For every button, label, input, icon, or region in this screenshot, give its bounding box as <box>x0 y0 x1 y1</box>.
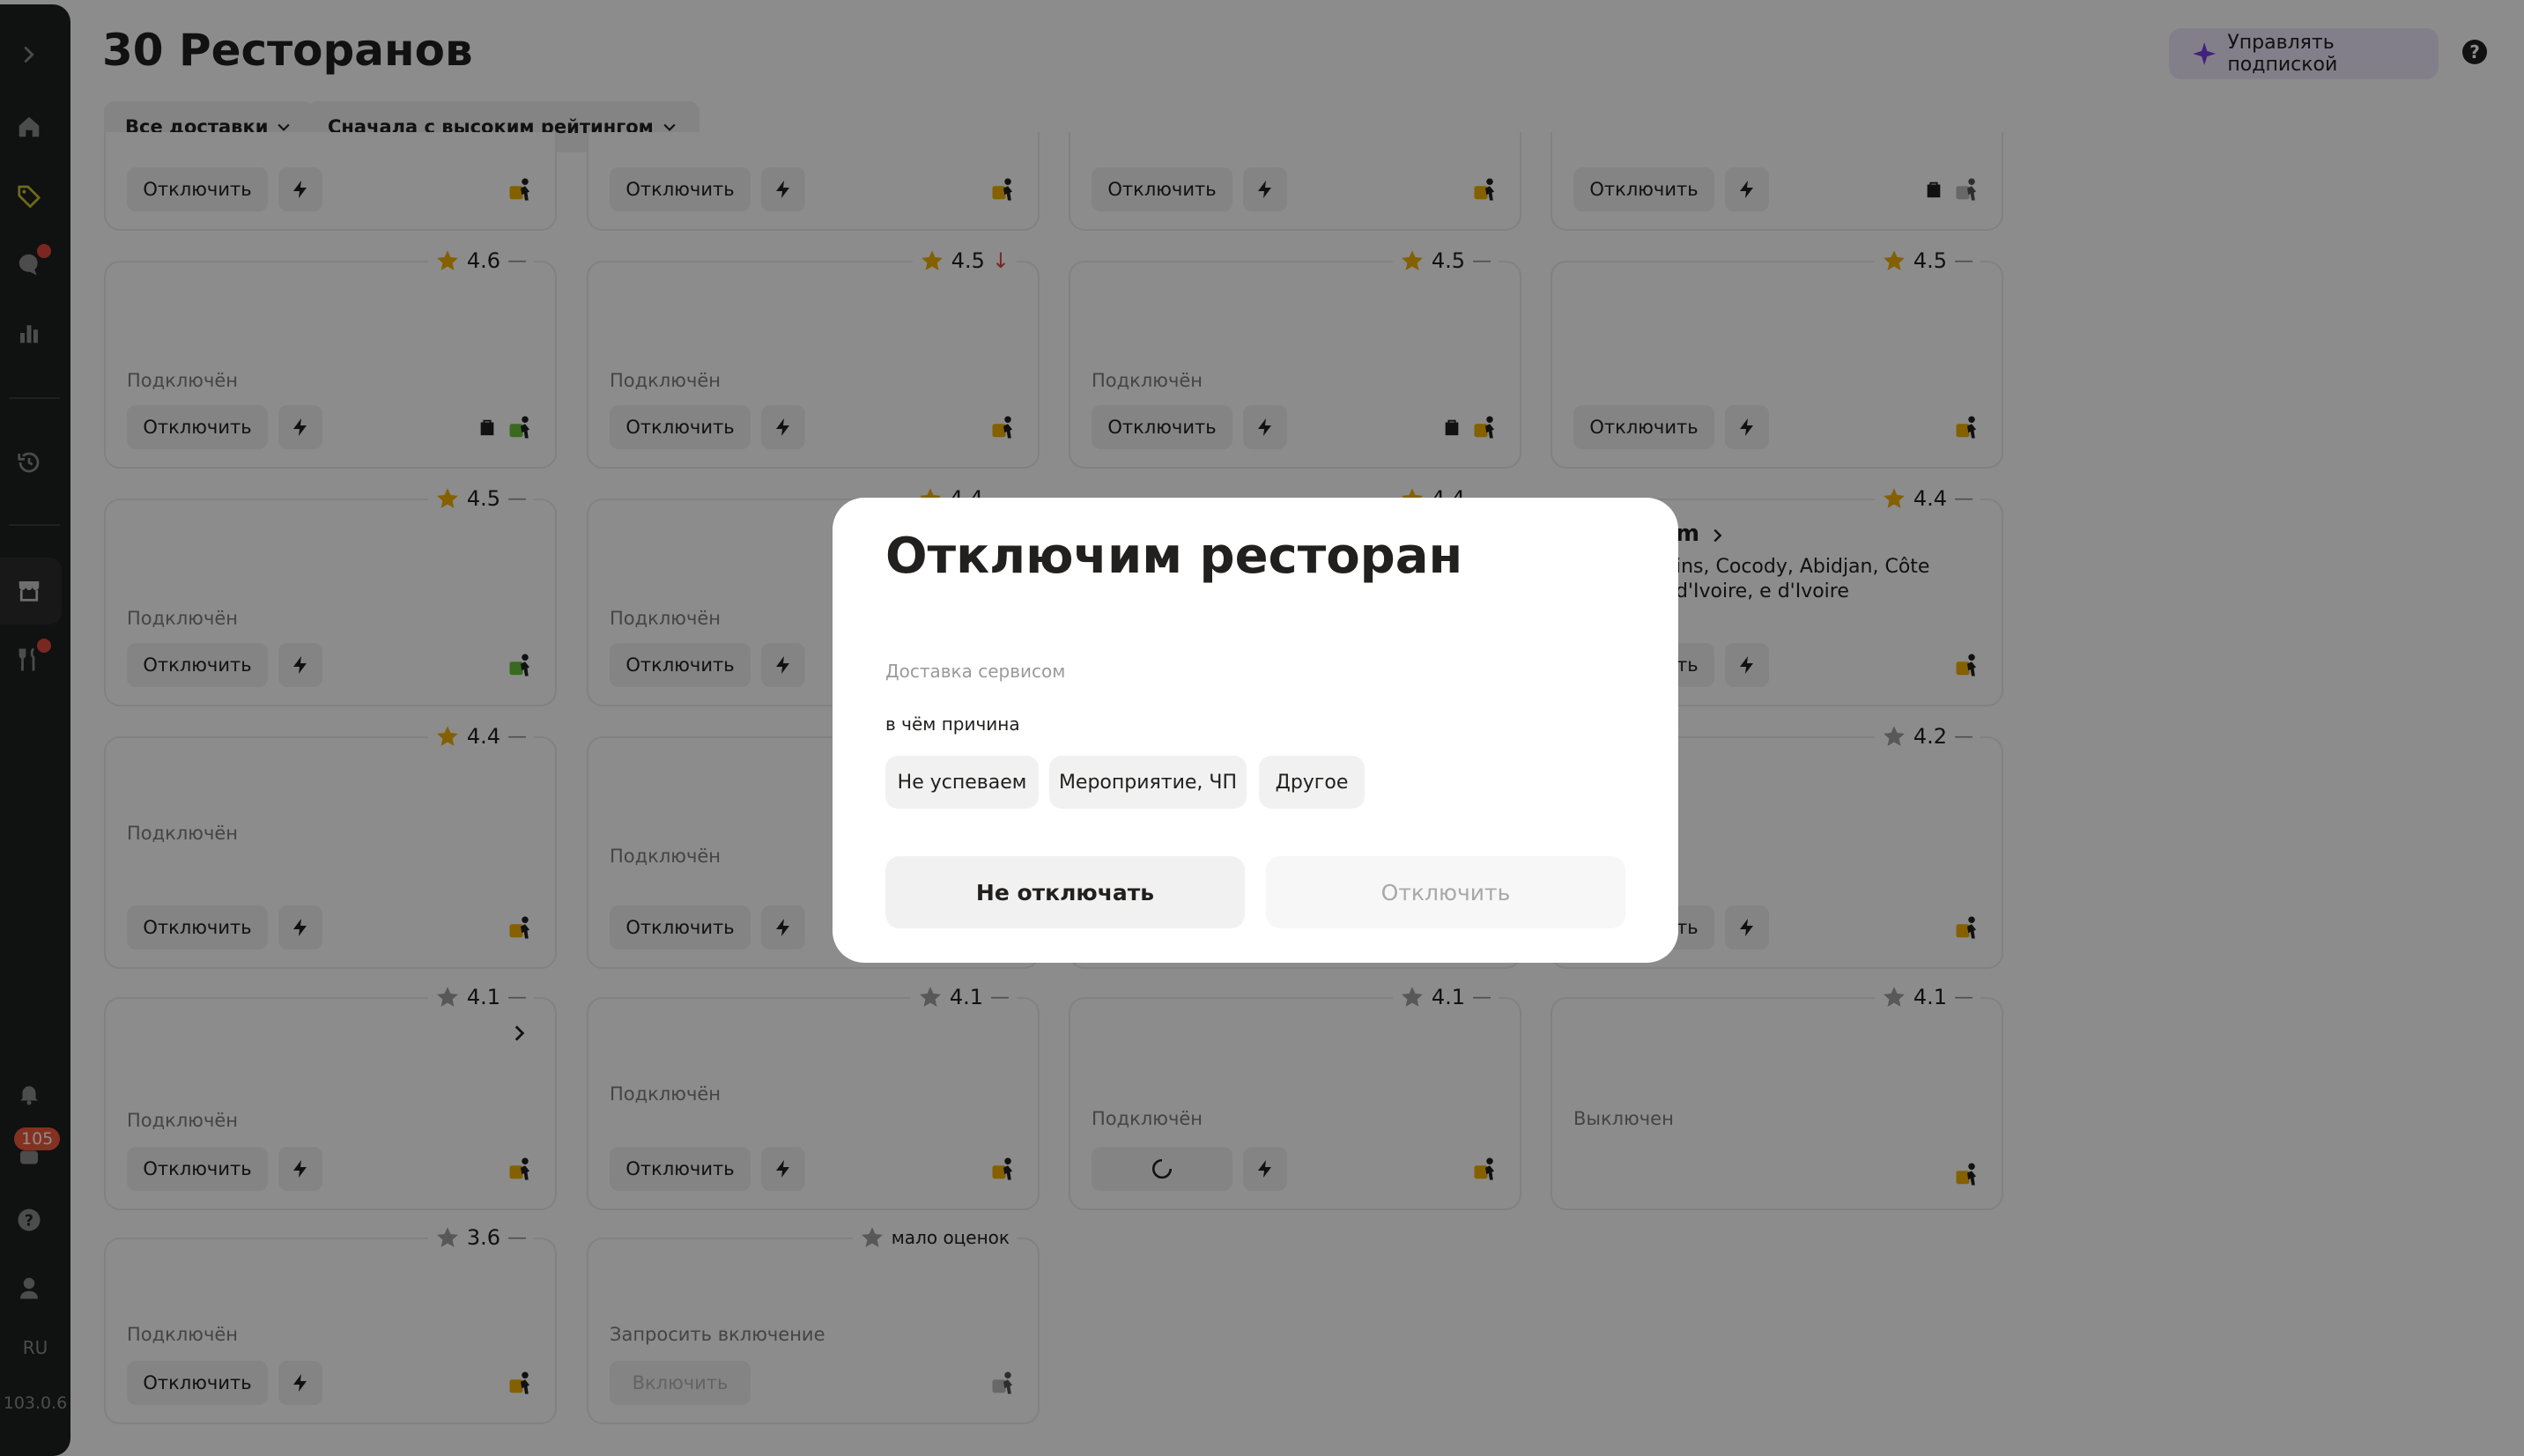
reason-chip-not-keeping-up[interactable]: Не успеваем <box>885 756 1039 809</box>
keep-enabled-button[interactable]: Не отключать <box>885 856 1245 928</box>
reason-chip-event[interactable]: Мероприятие, ЧП <box>1049 756 1247 809</box>
confirm-disable-button[interactable]: Отключить <box>1266 856 1625 928</box>
dialog-subtitle: Доставка сервисом <box>885 661 1066 682</box>
dialog-title: Отключим ресторан <box>885 528 1463 585</box>
reason-question: в чём причина <box>885 713 1020 735</box>
reason-chip-other[interactable]: Другое <box>1259 756 1365 809</box>
disable-restaurant-dialog: Отключим ресторан Доставка сервисом в чё… <box>833 498 1678 963</box>
